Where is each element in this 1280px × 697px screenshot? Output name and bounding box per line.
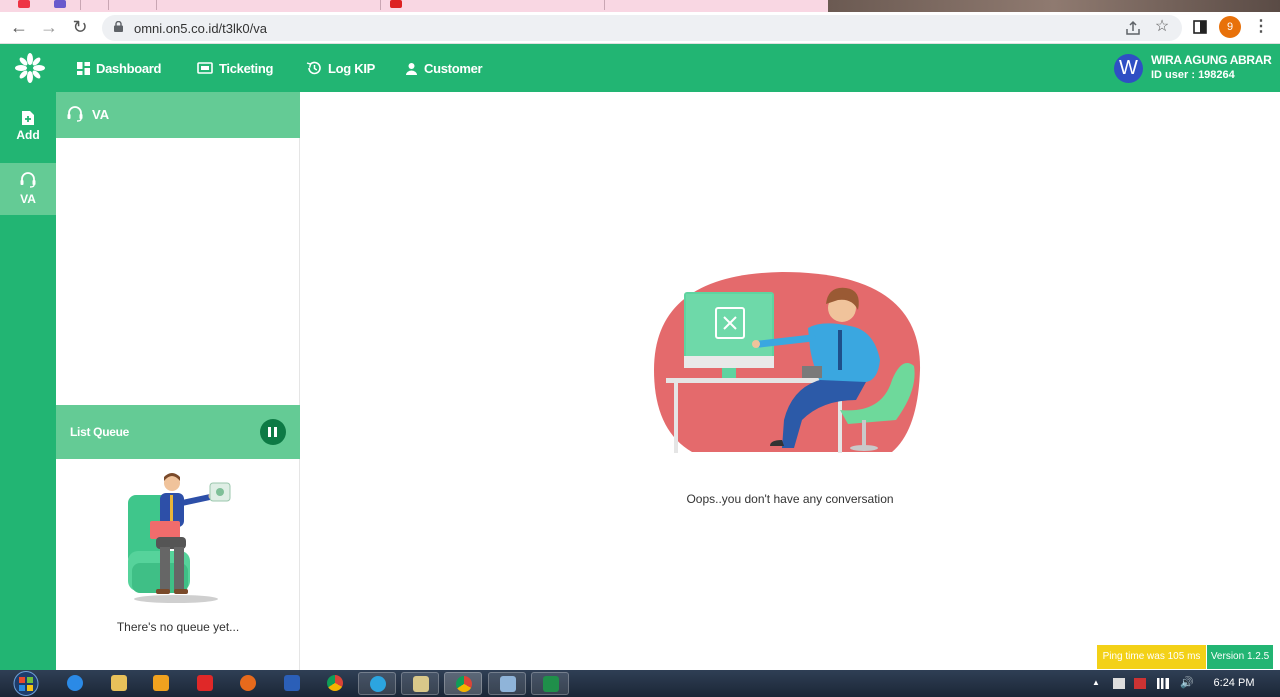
start-button-icon[interactable] bbox=[8, 670, 44, 697]
nav-log-kip[interactable]: Log KIP bbox=[306, 44, 375, 92]
ping-badge: Ping time was 105 ms bbox=[1097, 645, 1206, 669]
taskbar-chrome[interactable] bbox=[316, 672, 354, 695]
lock-icon bbox=[114, 21, 123, 32]
version-badge: Version 1.2.5 bbox=[1207, 645, 1273, 669]
files-icon bbox=[413, 676, 429, 692]
ticket-icon bbox=[197, 62, 213, 74]
va-panel-title: VA bbox=[92, 107, 110, 122]
taskbar-word[interactable] bbox=[273, 672, 311, 695]
tab-favicon[interactable] bbox=[18, 0, 30, 8]
user-name: WIRA AGUNG ABRAR bbox=[1151, 53, 1272, 67]
pause-icon bbox=[274, 427, 277, 437]
taskbar-ie[interactable] bbox=[56, 672, 94, 695]
nav-label: Customer bbox=[424, 60, 483, 76]
tab-favicon[interactable] bbox=[390, 0, 402, 8]
va-panel-header: VA bbox=[56, 92, 300, 138]
word-icon bbox=[284, 675, 300, 691]
taskbar-explorer[interactable] bbox=[100, 672, 138, 695]
telegram-icon bbox=[370, 676, 386, 692]
signal-icon[interactable] bbox=[1157, 678, 1169, 689]
queue-empty-illustration bbox=[128, 473, 231, 603]
queue-header: List Queue bbox=[56, 405, 300, 459]
left-rail: Add VA bbox=[0, 92, 56, 670]
conversation-area: Oops..you don't have any conversation bbox=[300, 92, 1280, 670]
clock[interactable]: 6:24 PM bbox=[1202, 677, 1266, 689]
nav-customer[interactable]: Customer bbox=[405, 44, 483, 92]
add-file-icon bbox=[22, 111, 34, 125]
tab-divider bbox=[156, 0, 157, 10]
tab-divider bbox=[380, 0, 381, 10]
headset-icon bbox=[67, 106, 83, 122]
tab-background-photo bbox=[828, 0, 1280, 12]
rail-item-va[interactable]: VA bbox=[0, 163, 56, 215]
pause-icon bbox=[268, 427, 271, 437]
notepad-icon bbox=[500, 676, 516, 692]
taskbar-app-red[interactable] bbox=[186, 672, 224, 695]
taskbar: ▲ 🔊 6:24 PM bbox=[0, 670, 1280, 697]
share-icon[interactable] bbox=[1122, 17, 1144, 39]
app-logo-icon[interactable] bbox=[14, 52, 46, 84]
chrome-icon bbox=[456, 676, 472, 692]
rail-item-add[interactable]: Add bbox=[0, 102, 56, 154]
taskbar-files[interactable] bbox=[401, 672, 439, 695]
user-id: ID user : 198264 bbox=[1151, 69, 1235, 81]
tab-divider bbox=[108, 0, 109, 10]
no-conversation-illustration bbox=[654, 272, 921, 453]
url-text[interactable]: omni.on5.co.id/t3lk0/va bbox=[134, 21, 267, 36]
bookmark-star-icon[interactable]: ☆ bbox=[1151, 16, 1173, 38]
taskbar-media[interactable] bbox=[142, 672, 180, 695]
nav-dashboard[interactable]: Dashboard bbox=[77, 44, 162, 92]
browser-toolbar: ← → ↻ omni.on5.co.id/t3lk0/va ☆ 9 ⋮ bbox=[0, 12, 1280, 44]
dashboard-icon bbox=[77, 61, 90, 75]
taskbar-chrome-active[interactable] bbox=[444, 672, 482, 695]
tray-expand-icon[interactable]: ▲ bbox=[1092, 678, 1104, 689]
browser-tabstrip bbox=[0, 0, 1280, 12]
reload-icon[interactable]: ↻ bbox=[69, 16, 91, 38]
headset-icon bbox=[20, 172, 36, 188]
queue-title: List Queue bbox=[70, 425, 130, 439]
tab-divider bbox=[604, 0, 605, 10]
menu-kebab-icon[interactable]: ⋮ bbox=[1250, 16, 1272, 38]
user-avatar[interactable]: W bbox=[1114, 54, 1143, 83]
conversation-list bbox=[56, 138, 300, 405]
nav-ticketing[interactable]: Ticketing bbox=[197, 44, 273, 92]
side-panel-icon[interactable] bbox=[1189, 16, 1211, 38]
rail-label: Add bbox=[16, 128, 40, 142]
volume-icon[interactable]: 🔊 bbox=[1180, 678, 1194, 689]
profile-avatar[interactable]: 9 bbox=[1219, 16, 1241, 38]
pause-queue-button[interactable] bbox=[260, 419, 286, 445]
nav-label: Dashboard bbox=[96, 60, 162, 76]
nav-label: Ticketing bbox=[219, 60, 274, 76]
tray-app-icon[interactable] bbox=[1134, 678, 1146, 689]
rail-label: VA bbox=[20, 192, 36, 206]
folder-icon bbox=[111, 675, 127, 691]
internet-explorer-icon bbox=[67, 675, 83, 691]
forward-arrow-icon[interactable]: → bbox=[38, 16, 60, 38]
firefox-icon bbox=[240, 675, 256, 691]
nav-label: Log KIP bbox=[328, 60, 376, 76]
excel-icon bbox=[543, 676, 559, 692]
taskbar-telegram[interactable] bbox=[358, 672, 396, 695]
empty-state-message: Oops..you don't have any conversation bbox=[686, 492, 894, 506]
tab-favicon[interactable] bbox=[54, 0, 66, 8]
red-app-icon bbox=[197, 675, 213, 691]
address-bar[interactable]: omni.on5.co.id/t3lk0/va ☆ bbox=[102, 15, 1182, 41]
history-icon bbox=[306, 61, 321, 75]
tab-divider bbox=[80, 0, 81, 10]
taskbar-excel[interactable] bbox=[531, 672, 569, 695]
chrome-icon bbox=[327, 675, 343, 691]
app-header: Dashboard Ticketing Log KIP Customer W W… bbox=[0, 44, 1280, 92]
taskbar-firefox[interactable] bbox=[229, 672, 267, 695]
user-icon bbox=[406, 62, 417, 75]
queue-body: There's no queue yet... bbox=[56, 459, 300, 670]
back-arrow-icon[interactable]: ← bbox=[8, 16, 30, 38]
media-player-icon bbox=[153, 675, 169, 691]
taskbar-notepad[interactable] bbox=[488, 672, 526, 695]
action-center-icon[interactable] bbox=[1113, 678, 1125, 689]
queue-empty-text: There's no queue yet... bbox=[116, 620, 240, 634]
